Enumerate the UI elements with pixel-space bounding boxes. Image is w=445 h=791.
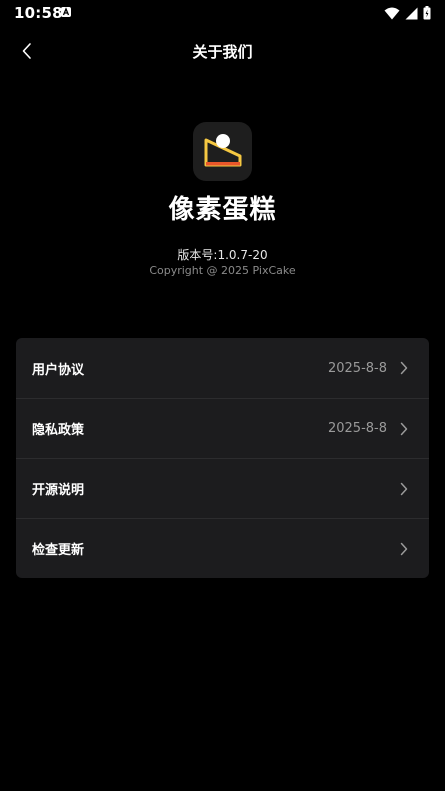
row-label: 用户协议 xyxy=(32,362,85,378)
row-label: 检查更新 xyxy=(32,543,85,558)
notification-a-icon xyxy=(61,7,71,17)
status-bar: 10:58 xyxy=(0,0,445,26)
battery-icon xyxy=(423,6,431,20)
open-source-row[interactable]: 开源说明 xyxy=(16,458,429,518)
app-name: 像素蛋糕 xyxy=(168,195,277,225)
chevron-right-icon xyxy=(399,422,409,436)
privacy-policy-row[interactable]: 隐私政策 2025-8-8 xyxy=(16,398,429,458)
wifi-icon xyxy=(384,7,400,20)
settings-list: 用户协议 2025-8-8 隐私政策 2025-8-8 开源说明 检查更新 xyxy=(16,338,429,578)
version-label: 版本号:1.0.7-20 xyxy=(177,248,268,262)
chevron-right-icon xyxy=(399,482,409,496)
status-time: 10:58 xyxy=(14,4,63,22)
chevron-right-icon xyxy=(399,361,409,375)
row-label: 隐私政策 xyxy=(32,423,85,438)
copyright-label: Copyright @ 2025 PixCake xyxy=(149,264,296,277)
user-agreement-row[interactable]: 用户协议 2025-8-8 xyxy=(16,338,429,398)
pixcake-logo-icon xyxy=(193,122,252,181)
row-date: 2025-8-8 xyxy=(327,360,387,376)
header: 关于我们 xyxy=(0,30,445,74)
cell-signal-icon xyxy=(405,7,418,20)
status-icons xyxy=(384,5,431,21)
page-title: 关于我们 xyxy=(192,43,253,61)
row-date: 2025-8-8 xyxy=(327,421,387,436)
check-update-row[interactable]: 检查更新 xyxy=(16,518,429,578)
row-label: 开源说明 xyxy=(32,483,85,498)
chevron-right-icon xyxy=(399,542,409,556)
